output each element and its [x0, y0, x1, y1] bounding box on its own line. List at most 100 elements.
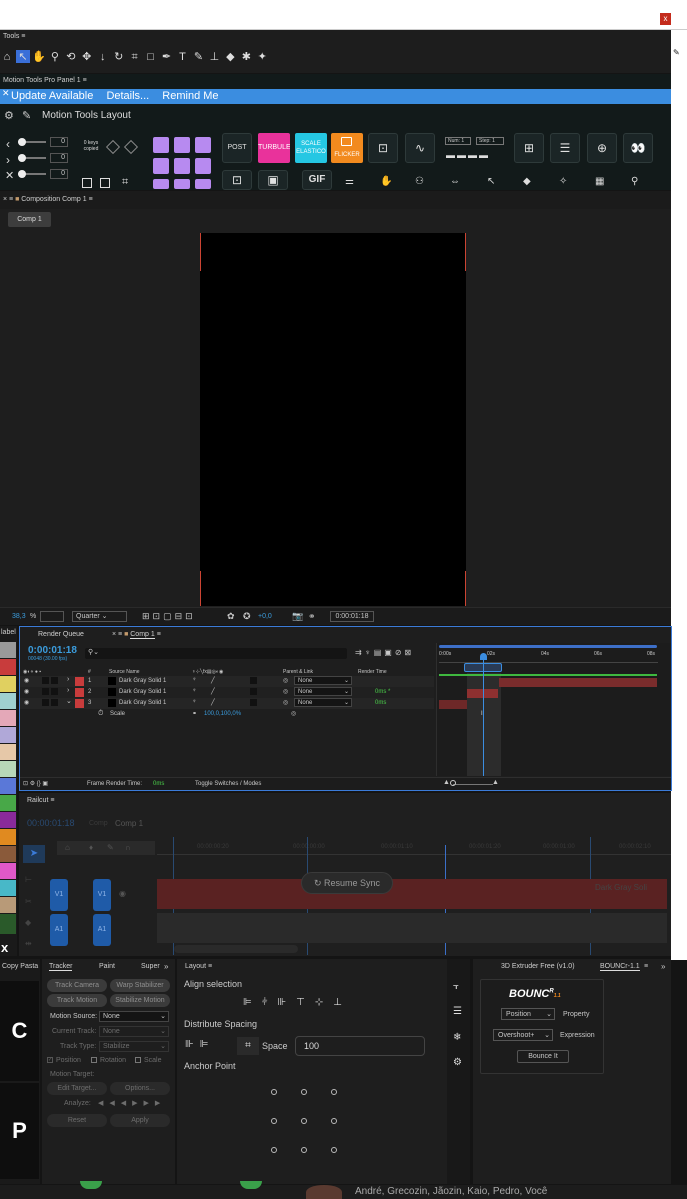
- scale-elastico-button[interactable]: SCALE ELASTICO: [295, 133, 327, 163]
- parent-column[interactable]: Parent & Link: [283, 669, 313, 675]
- crop-frame-icon[interactable]: ⌗: [122, 176, 128, 189]
- rotate-tool-icon[interactable]: ↻: [112, 50, 126, 63]
- rotation-checkbox[interactable]: [91, 1057, 97, 1063]
- distribute-icons[interactable]: ⊪⊫: [185, 1039, 214, 1050]
- railcut-scrollbar[interactable]: [174, 945, 298, 953]
- solo-box[interactable]: [42, 699, 49, 706]
- bouncr-more-icon[interactable]: »: [661, 962, 665, 971]
- current-time[interactable]: 0:00:01:18: [28, 645, 77, 656]
- roto-tool-icon[interactable]: ✱: [239, 50, 253, 63]
- chevron-left-icon[interactable]: ‹: [6, 137, 10, 151]
- switch-box[interactable]: [250, 677, 257, 684]
- toggle-switches-button[interactable]: Toggle Switches / Modes: [195, 781, 261, 787]
- tab-paint[interactable]: Paint: [99, 963, 115, 970]
- eye-icon[interactable]: ◉: [24, 699, 29, 706]
- extruder-tab[interactable]: 3D Extruder Free (v1.0): [501, 963, 575, 970]
- zoom-out-icon[interactable]: ▲: [443, 779, 450, 786]
- work-area-bar[interactable]: [439, 645, 657, 648]
- anchor-top-center[interactable]: [301, 1089, 307, 1095]
- overshoot-select[interactable]: Overshoot+ ⌄: [493, 1029, 553, 1041]
- pickwhip-icon[interactable]: ◎: [283, 699, 288, 706]
- anchor-center[interactable]: [301, 1118, 307, 1124]
- box-icon[interactable]: [82, 178, 92, 188]
- playhead-handle[interactable]: [480, 653, 487, 660]
- layer-name[interactable]: Dark Gray Solid 1: [119, 700, 166, 706]
- zoom-in-icon[interactable]: ▲: [492, 779, 499, 786]
- parent-select[interactable]: None ⌄: [294, 698, 352, 707]
- track-type-select[interactable]: Stabilize ⌄: [99, 1041, 169, 1052]
- analyze-controls-icons[interactable]: ◀◀◀▶▶▶: [98, 1099, 166, 1107]
- pickwhip-icon[interactable]: ◎: [283, 688, 288, 695]
- scale-property-row[interactable]: ⏱ Scale ⚭ 100,0,100,0% ◎: [20, 709, 434, 720]
- step-field[interactable]: Step: 1: [476, 137, 504, 145]
- zoom-dropdown[interactable]: [40, 611, 64, 622]
- select-tool-icon[interactable]: ➤: [23, 845, 45, 863]
- num-field-3[interactable]: 0: [50, 169, 68, 179]
- railcut-ruler[interactable]: 00:00:00:20 00:00:00:00 00:00:01:10 00:0…: [157, 841, 671, 855]
- railcut-toolbar[interactable]: ⌂ ♦ ✎ ∩: [57, 841, 155, 855]
- solo-box[interactable]: [42, 677, 49, 684]
- eye-icon[interactable]: ◉: [24, 677, 29, 684]
- anchor-middle-left[interactable]: [271, 1118, 277, 1124]
- layer-row-2[interactable]: ◉ › 2 Dark Gray Solid 1 ♆ ╱ ◎ None ⌄ 0ms …: [20, 687, 434, 698]
- time-ruler[interactable]: 0:00s 02s 04s 06s 08s: [439, 651, 658, 663]
- slider-3[interactable]: [18, 170, 46, 178]
- quality-icon[interactable]: ╱: [211, 699, 215, 706]
- wrench-icon[interactable]: ✎: [107, 843, 114, 852]
- hand-icon[interactable]: ✋: [380, 176, 392, 187]
- label-color-10[interactable]: [0, 795, 16, 811]
- post-button[interactable]: POST: [222, 133, 252, 163]
- playhead[interactable]: [483, 653, 484, 776]
- num-field-1[interactable]: 0: [50, 137, 68, 147]
- brush-tool-icon[interactable]: ✎: [191, 50, 205, 63]
- copy-button[interactable]: C: [0, 981, 39, 1081]
- hand-tool-icon[interactable]: ✋: [32, 50, 46, 63]
- tab-tracker[interactable]: Tracker: [49, 963, 73, 971]
- zoom-tool-icon[interactable]: ⚲: [48, 50, 62, 63]
- video-clip[interactable]: Dark Gray Soli: [157, 879, 667, 909]
- shy-icon[interactable]: ♆: [192, 688, 197, 694]
- view-toggle-icons[interactable]: ⊞⊡▢⊟⊡: [142, 611, 196, 622]
- zoom-slider[interactable]: [453, 784, 493, 785]
- layer-label-swatch[interactable]: [75, 677, 84, 686]
- link-icon[interactable]: ⚭: [192, 710, 197, 717]
- label-color-6[interactable]: [0, 727, 16, 743]
- footer-icons[interactable]: ⊡ ⚙ {} ▣: [23, 780, 48, 787]
- label-color-2[interactable]: [0, 659, 16, 675]
- layer-1-bar[interactable]: [499, 678, 657, 687]
- a1-track-button[interactable]: A1: [93, 914, 111, 946]
- align-top-button[interactable]: [174, 137, 190, 153]
- label-color-15[interactable]: [0, 880, 16, 896]
- snapshot-icon[interactable]: 📷: [292, 611, 303, 622]
- v1-track-button[interactable]: V1: [93, 879, 111, 911]
- anchor-top-left[interactable]: [271, 1089, 277, 1095]
- slider-1[interactable]: [18, 138, 46, 146]
- track-tool-icon[interactable]: ⊢: [25, 875, 32, 884]
- wiggle-icon[interactable]: ∿: [405, 133, 435, 163]
- layer-3-bar[interactable]: [439, 700, 467, 709]
- layer-label-swatch[interactable]: [75, 699, 84, 708]
- close-button[interactable]: x: [660, 13, 671, 25]
- zoom-value[interactable]: 38,3: [12, 613, 26, 620]
- resume-sync-button[interactable]: ↻ Resume Sync: [301, 872, 393, 894]
- reset-button[interactable]: Reset: [47, 1114, 107, 1127]
- cursor-icon[interactable]: ↖: [487, 176, 495, 187]
- align-top-left-button[interactable]: [153, 137, 169, 153]
- switch-box[interactable]: [250, 699, 257, 706]
- pan-tool-icon[interactable]: ✥: [80, 50, 94, 63]
- exposure-value[interactable]: +0,0: [258, 613, 272, 620]
- remind-me-link[interactable]: Remind Me: [162, 90, 218, 102]
- align-bottom-button[interactable]: [174, 179, 190, 189]
- apply-button[interactable]: Apply: [110, 1114, 170, 1127]
- timeline-switches-icons[interactable]: ⇉♆▤▣⊘⊠: [355, 648, 414, 657]
- quality-icon[interactable]: ╱: [211, 677, 215, 684]
- track-eye-icon[interactable]: ◉: [119, 889, 126, 898]
- comp-viewer-canvas[interactable]: [200, 233, 466, 606]
- range-tool-icon[interactable]: ⇹: [25, 939, 32, 948]
- comp-timeline-tab[interactable]: × ≡ ■ Comp 1 ≡: [112, 631, 161, 639]
- anchor-top-right[interactable]: [331, 1089, 337, 1095]
- tab-super[interactable]: Super: [141, 963, 160, 970]
- sliders-icon[interactable]: ⚌: [345, 176, 354, 187]
- label-color-4[interactable]: [0, 693, 16, 709]
- shy-icon[interactable]: ♆: [192, 699, 197, 705]
